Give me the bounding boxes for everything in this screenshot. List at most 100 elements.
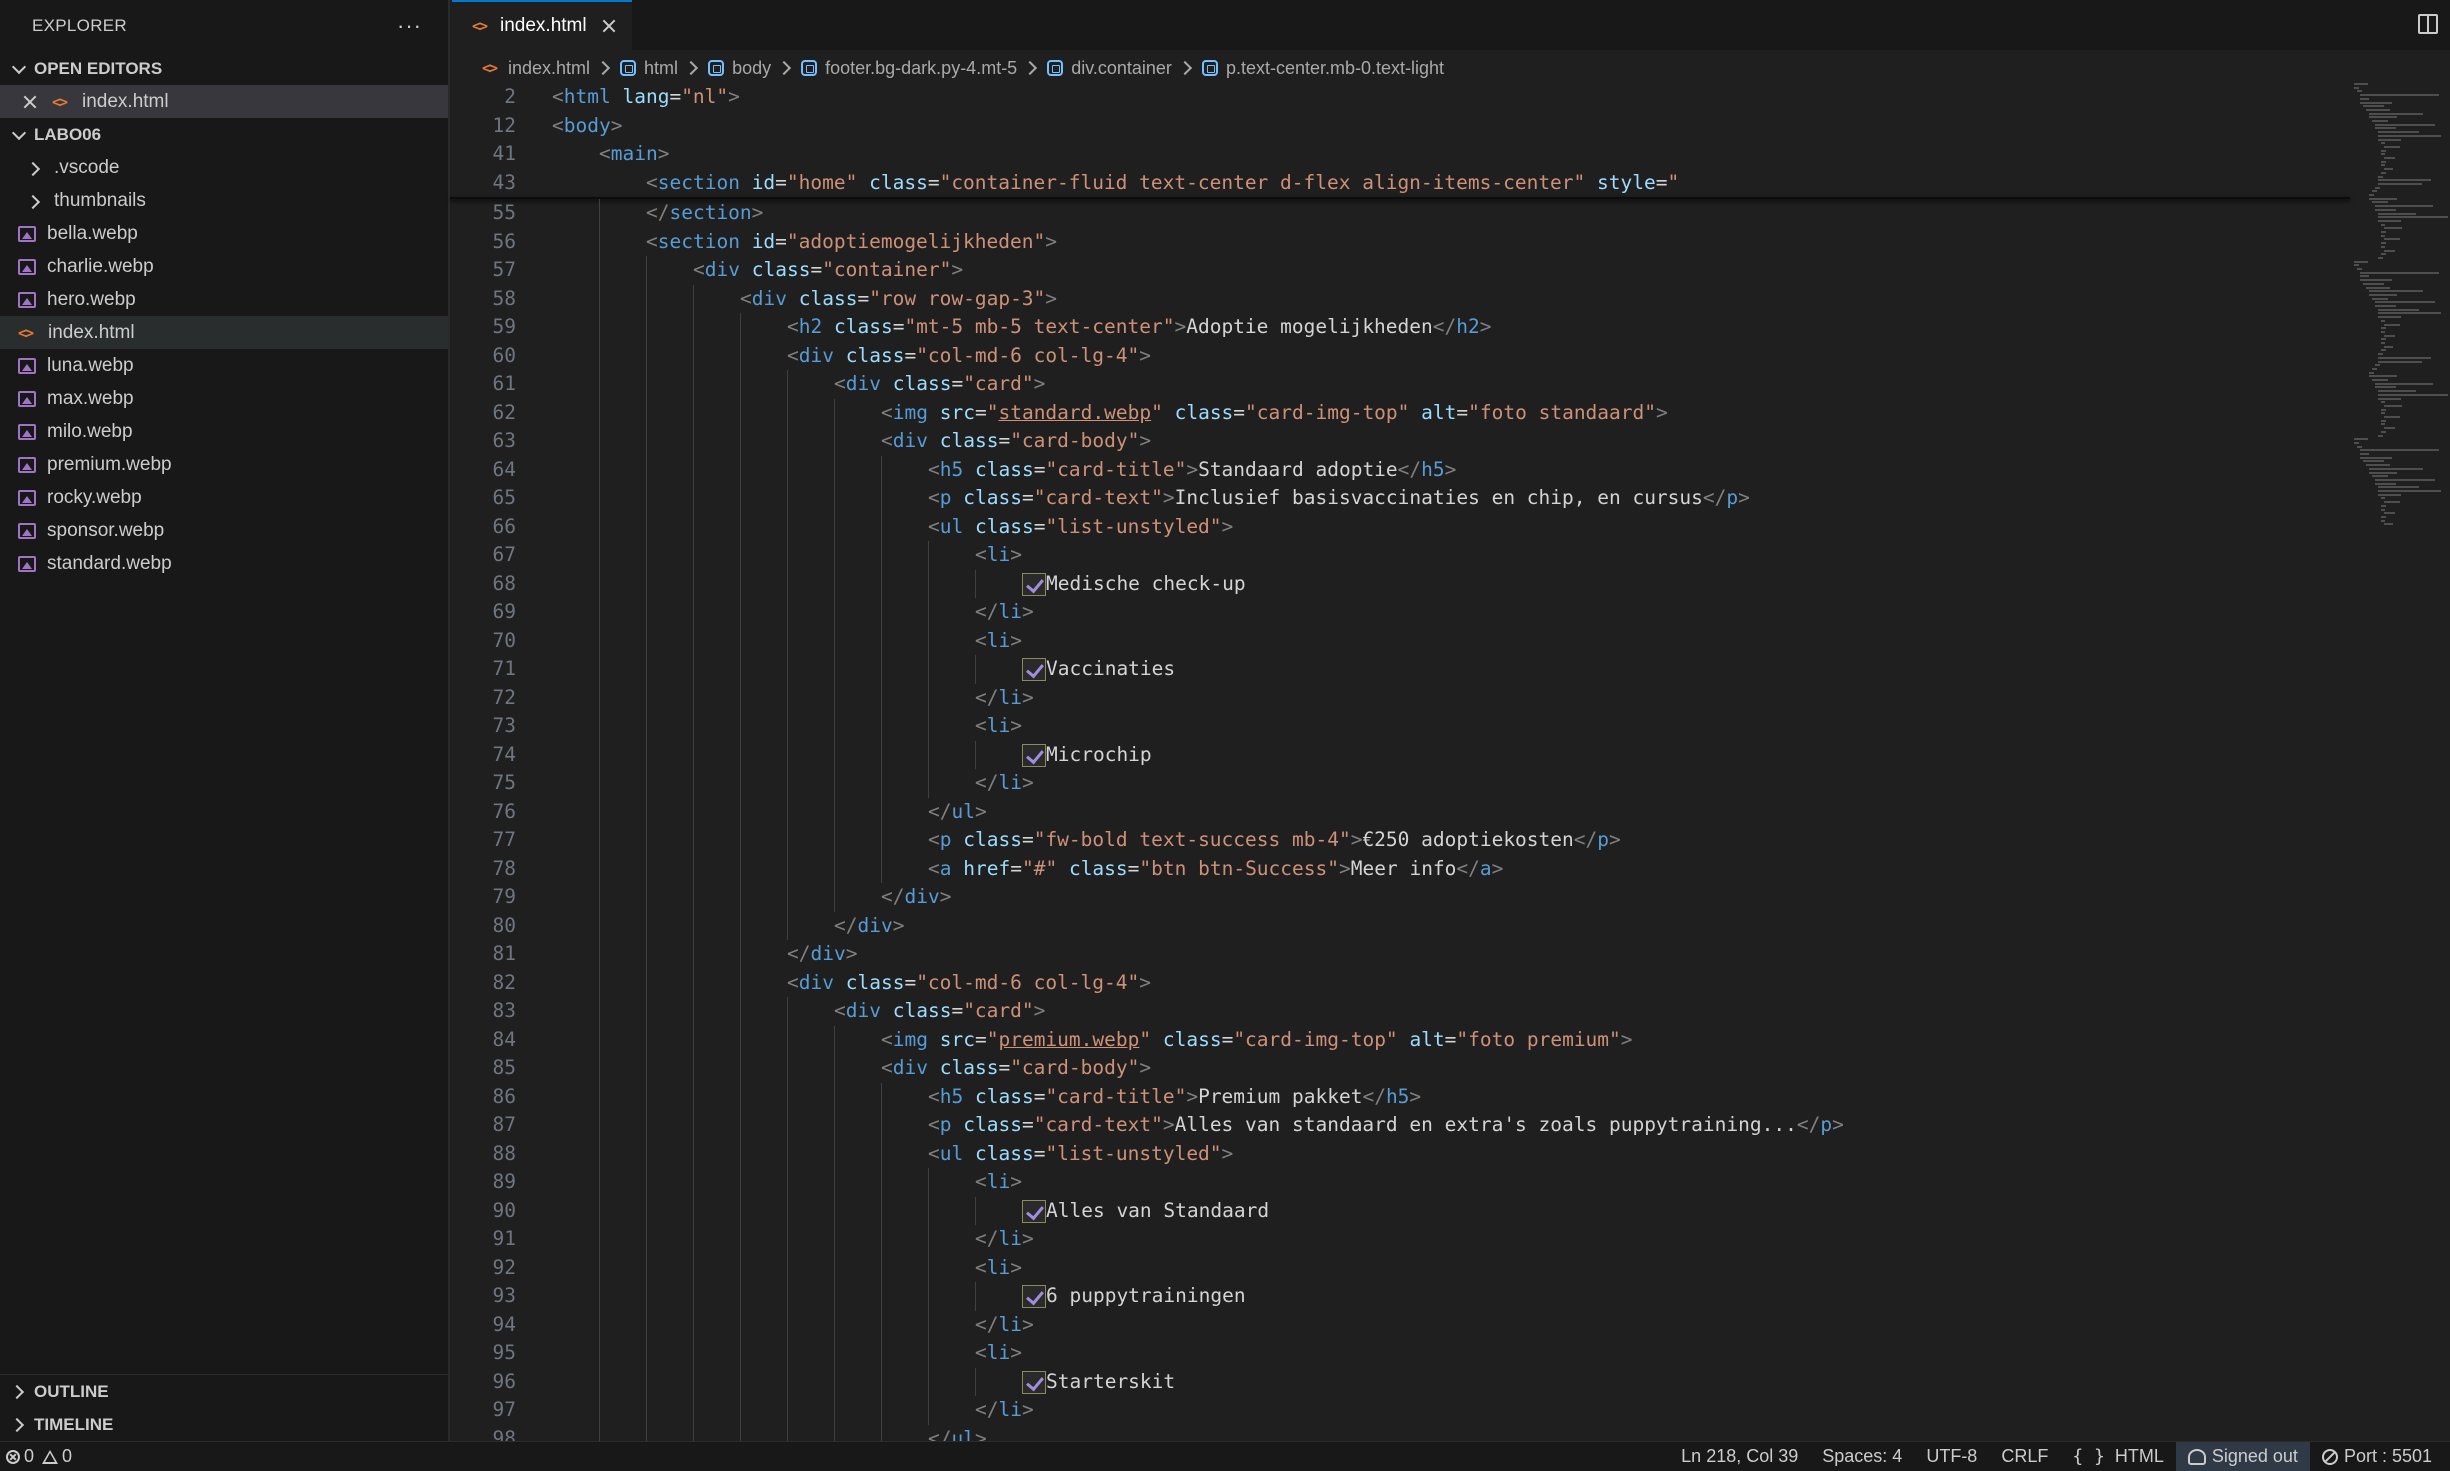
file-item[interactable]: standard.webp [0,547,448,580]
code-line[interactable]: 74 Microchip [452,740,2352,769]
code-line[interactable]: 70 <li> [452,626,2352,655]
close-icon[interactable] [601,18,617,34]
code-line[interactable]: 59 <h2 class="mt-5 mb-5 text-center">Adop… [452,313,2352,342]
file-item[interactable]: milo.webp [0,415,448,448]
file-item[interactable]: luna.webp [0,349,448,382]
file-item[interactable]: rocky.webp [0,481,448,514]
code-line[interactable]: 72 </li> [452,683,2352,712]
file-item[interactable]: <> index.html [0,316,448,349]
code-line[interactable]: 81 </div> [452,940,2352,969]
code-line[interactable]: 92 <li> [452,1253,2352,1282]
breadcrumb-item[interactable]: p.text-center.mb-0.text-light [1201,58,1444,79]
code-line[interactable]: 61 <div class="card"> [452,370,2352,399]
minimap-line [2384,334,2395,337]
line-number: 63 [492,429,516,452]
file-item[interactable]: charlie.webp [0,250,448,283]
code-line[interactable]: 43 <section id="home" class="container-fl… [452,169,2352,198]
file-item[interactable]: bella.webp [0,217,448,250]
problems-indicator[interactable]: 0 0 [4,1446,84,1467]
open-editors-header[interactable]: OPEN EDITORS [0,52,448,85]
folder-item[interactable]: .vscode [0,151,448,184]
outline-header[interactable]: OUTLINE [0,1375,448,1408]
encoding[interactable]: UTF-8 [1914,1442,1989,1471]
minimap-line [2375,482,2396,485]
code-line[interactable]: 84 <img src="premium.webp" class="card-im… [452,1025,2352,1054]
code-line[interactable]: 55 </section> [452,199,2352,228]
code-line[interactable]: 88 <ul class="list-unstyled"> [452,1139,2352,1168]
breadcrumb-item[interactable]: footer.bg-dark.py-4.mt-5 [801,58,1017,79]
minimap[interactable] [2352,83,2450,543]
code-line[interactable]: 65 <p class="card-text">Inclusief basisva… [452,484,2352,513]
code-line[interactable]: 91 </li> [452,1225,2352,1254]
code-line[interactable]: 57 <div class="container"> [452,256,2352,285]
code-token: Alles van standaard en extra's zoals pup… [1174,1113,1797,1136]
code-line[interactable]: 82 <div class="col-md-6 col-lg-4"> [452,968,2352,997]
indent-guide [928,1253,929,1282]
code-line[interactable]: 90 Alles van Standaard [452,1196,2352,1225]
code-line[interactable]: 86 <h5 class="card-title">Premium pakket<… [452,1082,2352,1111]
file-item[interactable]: hero.webp [0,283,448,316]
code-token[interactable]: standard.webp [998,401,1151,424]
code-line[interactable]: 73 <li> [452,712,2352,741]
open-editor-item[interactable]: <> index.html [0,85,448,118]
code-line[interactable]: 75 </li> [452,769,2352,798]
code-line[interactable]: 58 <div class="row row-gap-3"> [452,284,2352,313]
image-file-icon [18,357,36,374]
code-view[interactable]: 2 <html lang="nl"> 12 <body> 41 <main> 43 <sect… [450,83,2352,1453]
folder-item[interactable]: thumbnails [0,184,448,217]
breadcrumb-item[interactable]: <> index.html [482,58,590,79]
code-line[interactable]: 87 <p class="card-text">Alles van standaa… [452,1111,2352,1140]
code-line[interactable]: 66 <ul class="list-unstyled"> [452,512,2352,541]
project-folder-header[interactable]: LABO06 [0,118,448,151]
file-item[interactable]: sponsor.webp [0,514,448,547]
code-line[interactable]: 95 <li> [452,1339,2352,1368]
minimap-line [2381,338,2386,341]
code-line[interactable]: 67 <li> [452,541,2352,570]
code-line[interactable]: 64 <h5 class="card-title">Standaard adopt… [452,455,2352,484]
code-line[interactable]: 80 </div> [452,911,2352,940]
code-line[interactable]: 68 Medische check-up [452,569,2352,598]
code-line[interactable]: 77 <p class="fw-bold text-success mb-4">€… [452,826,2352,855]
indent-guide [599,313,600,342]
file-item[interactable]: max.webp [0,382,448,415]
more-actions-icon[interactable]: ··· [397,13,422,39]
live-server-port[interactable]: Port : 5501 [2310,1442,2450,1471]
indent-guide [693,712,694,741]
code-line[interactable]: 94 </li> [452,1310,2352,1339]
code-line[interactable]: 76 </ul> [452,797,2352,826]
code-line[interactable]: 60 <div class="col-md-6 col-lg-4"> [452,341,2352,370]
code-token[interactable]: premium.webp [998,1028,1139,1051]
code-line[interactable]: 41 <main> [452,140,2352,169]
code-line[interactable]: 83 <div class="card"> [452,997,2352,1026]
language-mode[interactable]: { } HTML [2060,1442,2176,1471]
tab-index-html[interactable]: <> index.html [452,0,632,50]
code-line[interactable]: 79 </div> [452,883,2352,912]
breadcrumb-item[interactable]: div.container [1047,58,1172,79]
timeline-header[interactable]: TIMELINE [0,1408,448,1441]
code-line[interactable]: 69 </li> [452,598,2352,627]
account-status[interactable]: Signed out [2175,1442,2310,1471]
minimap-line [2354,83,2369,85]
code-line[interactable]: 2 <html lang="nl"> [452,83,2352,112]
cursor-position[interactable]: Ln 218, Col 39 [1669,1442,1810,1471]
code-line[interactable]: 12 <body> [452,112,2352,141]
code-line[interactable]: 78 <a href="#" class="btn btn-Success">Me… [452,854,2352,883]
breadcrumb-item[interactable]: body [708,58,771,79]
code-line[interactable]: 97 </li> [452,1396,2352,1425]
close-icon[interactable] [22,94,38,110]
code-line[interactable]: 62 <img src="standard.webp" class="card-i… [452,398,2352,427]
code-line[interactable]: 93 6 puppytrainingen [452,1282,2352,1311]
indentation[interactable]: Spaces: 4 [1810,1442,1914,1471]
breadcrumb-item[interactable]: html [620,58,678,79]
code-line[interactable]: 85 <div class="card-body"> [452,1054,2352,1083]
code-line[interactable]: 96 Starterskit [452,1367,2352,1396]
minimap-line [2357,445,2363,448]
code-line[interactable]: 56 <section id="adoptiemogelijkheden"> [452,227,2352,256]
code-line[interactable]: 71 Vaccinaties [452,655,2352,684]
end-of-line[interactable]: CRLF [1989,1442,2060,1471]
code-line[interactable]: 63 <div class="card-body"> [452,427,2352,456]
project-folder-label: LABO06 [34,124,102,144]
split-editor-icon[interactable] [2418,14,2438,34]
file-item[interactable]: premium.webp [0,448,448,481]
code-line[interactable]: 89 <li> [452,1168,2352,1197]
